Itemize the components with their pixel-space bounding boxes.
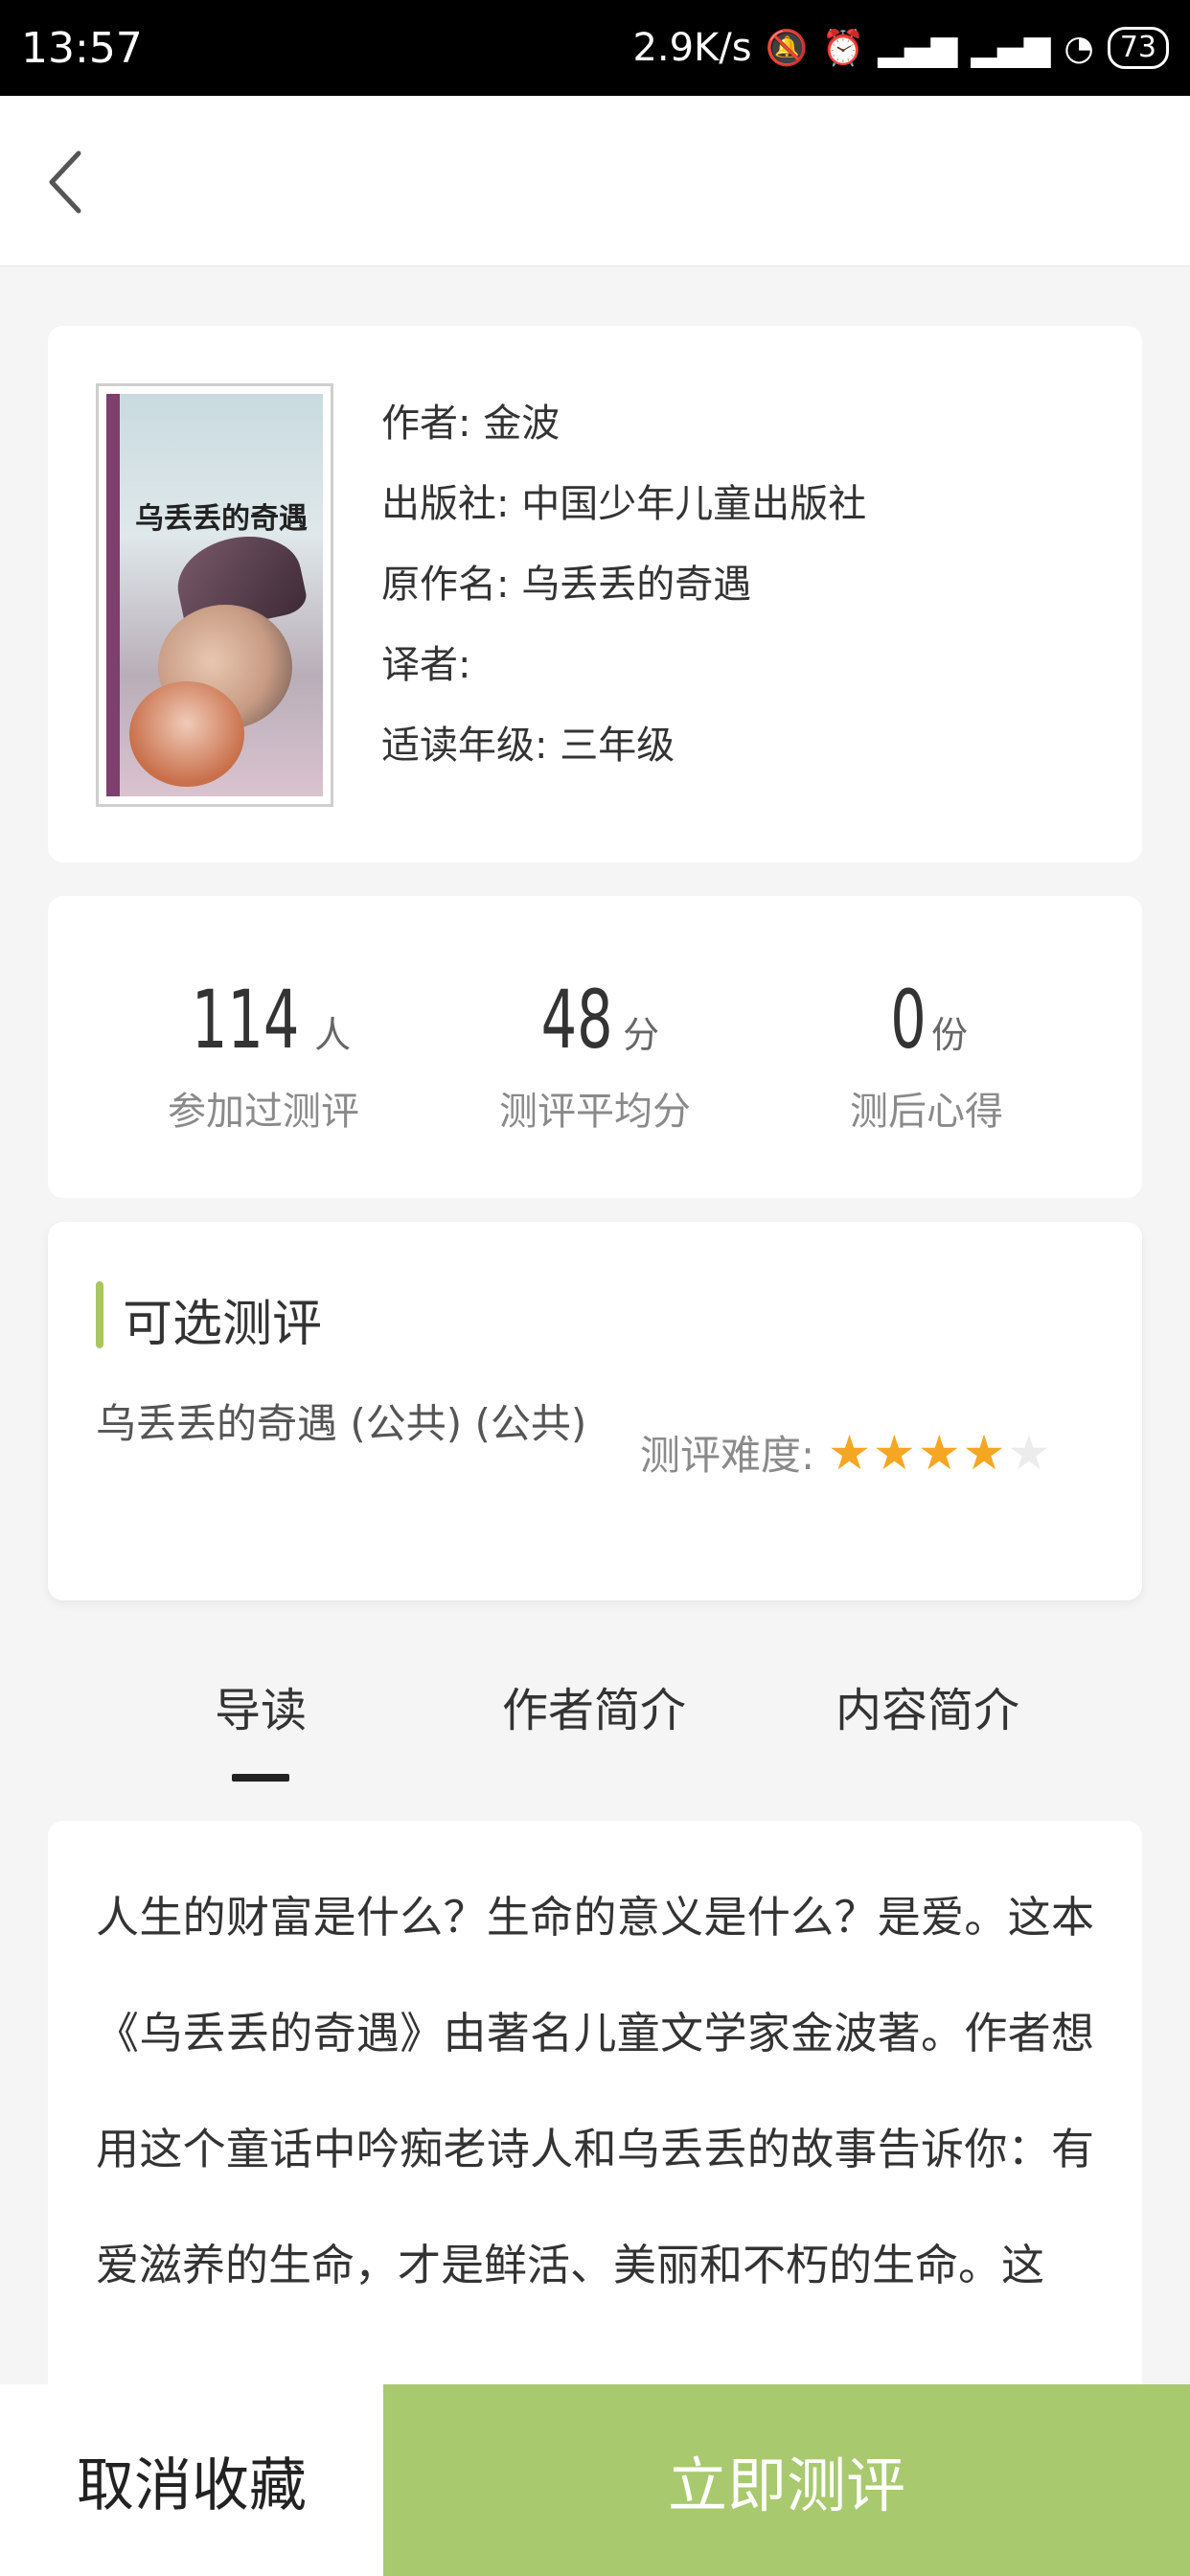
status-time: 13:57 bbox=[21, 23, 143, 73]
network-speed: 2.9K/s bbox=[632, 26, 752, 70]
book-cover-image: 乌丢丢的奇遇 bbox=[106, 394, 323, 796]
alarm-icon: ⏰ bbox=[821, 29, 865, 68]
cancel-favorite-button[interactable]: 取消收藏 bbox=[0, 2384, 383, 2576]
signal-icon: ▂▄▆ bbox=[971, 28, 1051, 68]
stat-value: 48 bbox=[540, 973, 613, 1067]
star-icon: ★ bbox=[872, 1424, 916, 1481]
stat-unit: 份 bbox=[931, 1014, 969, 1056]
star-rating: ★★★★★ bbox=[828, 1429, 1052, 1477]
status-icons: 2.9K/s 🔕 ⏰ ▂▄▆ ▂▄▆ ◔ 73 bbox=[632, 26, 1169, 70]
book-translator: 译者: bbox=[381, 643, 471, 687]
stat-unit: 分 bbox=[623, 1014, 660, 1056]
stat-unit: 人 bbox=[314, 1014, 352, 1056]
cover-illustration-girl bbox=[129, 681, 244, 787]
star-icon: ★ bbox=[962, 1424, 1006, 1481]
stat-label: 参加过测评 bbox=[168, 1090, 359, 1134]
stat-average-score: 48 分 测评平均分 bbox=[442, 973, 748, 1136]
star-icon: ★ bbox=[828, 1424, 871, 1481]
book-cover[interactable]: 乌丢丢的奇遇 bbox=[96, 383, 333, 807]
book-author: 作者: 金波 bbox=[381, 402, 561, 446]
tab-bar: 导读 作者简介 内容简介 bbox=[48, 1648, 1142, 1792]
book-meta: 作者: 金波 出版社: 中国少年儿童出版社 原作名: 乌丢丢的奇遇 译者: 适读… bbox=[381, 383, 866, 786]
intro-text: 人生的财富是什么？生命的意义是什么？是爱。这本《乌丢丢的奇遇》由著名儿童文学家金… bbox=[96, 1892, 1094, 2290]
tab-active-indicator bbox=[232, 1774, 289, 1782]
start-evaluation-button[interactable]: 立即测评 bbox=[383, 2384, 1190, 2576]
book-publisher: 出版社: 中国少年儿童出版社 bbox=[381, 482, 867, 526]
signal-icon: ▂▄▆ bbox=[878, 28, 958, 68]
stat-label: 测后心得 bbox=[850, 1090, 1003, 1134]
book-grade: 适读年级: 三年级 bbox=[381, 724, 675, 768]
tab-content-intro[interactable]: 内容简介 bbox=[784, 1672, 1071, 1739]
stat-value: 114 bbox=[191, 973, 300, 1067]
stat-label: 测评平均分 bbox=[499, 1090, 691, 1134]
bottom-action-bar: 取消收藏 立即测评 bbox=[0, 2384, 1190, 2576]
status-bar: 13:57 2.9K/s 🔕 ⏰ ▂▄▆ ▂▄▆ ◔ 73 bbox=[0, 0, 1190, 96]
book-original-title: 原作名: 乌丢丢的奇遇 bbox=[381, 563, 752, 607]
difficulty-rating: 测评难度: ★★★★★ bbox=[640, 1423, 1052, 1482]
section-accent-bar bbox=[96, 1281, 103, 1348]
section-title: 可选测评 bbox=[123, 1296, 323, 1353]
battery-icon: 73 bbox=[1107, 27, 1169, 69]
evaluation-item[interactable]: 乌丢丢的奇遇 (公共) (公共) bbox=[96, 1394, 604, 1454]
book-cover-title: 乌丢丢的奇遇 bbox=[135, 502, 308, 536]
intro-content-card: 人生的财富是什么？生命的意义是什么？是爱。这本《乌丢丢的奇遇》由著名儿童文学家金… bbox=[48, 1821, 1142, 2415]
nav-bar bbox=[0, 96, 1190, 266]
stat-value: 0 bbox=[890, 973, 927, 1067]
star-icon: ★ bbox=[1007, 1424, 1051, 1481]
chevron-left-icon[interactable] bbox=[38, 144, 96, 220]
tab-author-intro[interactable]: 作者简介 bbox=[450, 1672, 738, 1739]
difficulty-label: 测评难度: bbox=[640, 1432, 815, 1479]
stat-reviews: 0份 测后心得 bbox=[773, 973, 1080, 1136]
book-info-card: 乌丢丢的奇遇 作者: 金波 出版社: 中国少年儿童出版社 原作名: 乌丢丢的奇遇… bbox=[48, 326, 1142, 862]
wifi-icon: ◔ bbox=[1064, 28, 1094, 68]
stat-participants: 114 人 参加过测评 bbox=[110, 973, 417, 1136]
star-icon: ★ bbox=[917, 1424, 961, 1481]
stats-card: 114 人 参加过测评 48 分 测评平均分 0份 测后心得 bbox=[48, 896, 1142, 1198]
mute-icon: 🔕 bbox=[765, 29, 809, 68]
tab-guide[interactable]: 导读 bbox=[117, 1672, 404, 1739]
evaluations-card: 可选测评 乌丢丢的奇遇 (公共) (公共) 测评难度: ★★★★★ bbox=[48, 1222, 1142, 1600]
